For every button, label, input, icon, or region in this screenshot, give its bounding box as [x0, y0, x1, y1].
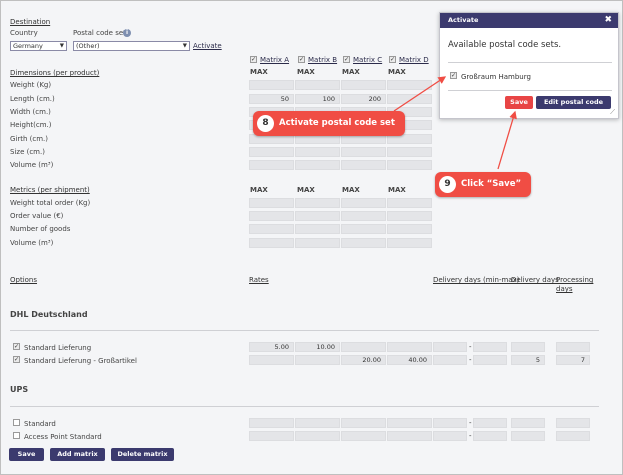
step9-callout: 9 Click “Save” — [435, 172, 532, 197]
step8-arrow — [393, 76, 447, 112]
step8-callout: 8 Activate postal code set — [253, 111, 405, 136]
step9-text: Click “Save” — [461, 179, 522, 189]
step8-text: Activate postal code set — [279, 118, 395, 128]
page-frame: Destination Country Postal code sets i G… — [0, 0, 623, 475]
annotation-arrows — [393, 76, 517, 170]
step9-arrow — [497, 110, 517, 170]
step9-badge: 9 — [439, 176, 456, 193]
step8-badge: 8 — [257, 115, 274, 132]
